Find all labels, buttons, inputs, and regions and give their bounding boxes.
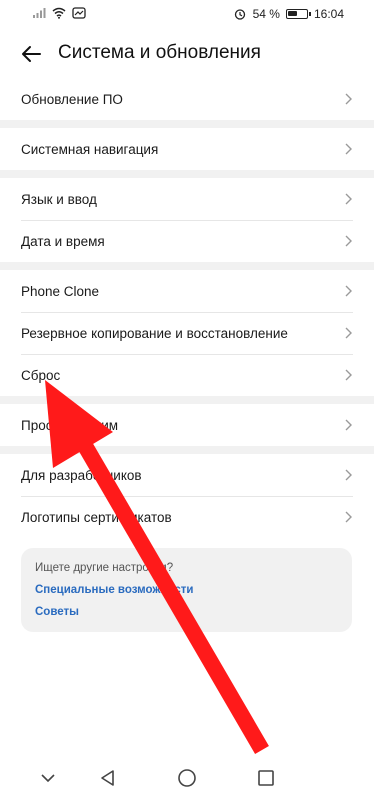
chevron-right-icon	[345, 143, 352, 155]
settings-group: Простой режим	[0, 404, 374, 446]
group-separator	[0, 396, 374, 404]
settings-group: Для разработчиков Логотипы сертификатов	[0, 454, 374, 538]
suggestions-card: Ищете другие настройки? Специальные возм…	[21, 548, 352, 632]
recents-square-icon[interactable]	[254, 766, 278, 790]
chevron-right-icon	[345, 193, 352, 205]
clock: 16:04	[313, 7, 344, 21]
status-bar: 54 % 16:04	[0, 0, 374, 28]
settings-item-label: Простой режим	[21, 417, 119, 433]
group-separator	[0, 262, 374, 270]
settings-item-label: Для разработчиков	[21, 467, 142, 483]
settings-item[interactable]: Простой режим	[0, 404, 374, 446]
status-left	[32, 7, 86, 19]
chevron-right-icon	[345, 511, 352, 523]
settings-item-label: Обновление ПО	[21, 91, 123, 107]
chevron-right-icon	[345, 419, 352, 431]
link-tips[interactable]: Советы	[35, 606, 338, 618]
settings-item-label: Дата и время	[21, 233, 105, 249]
hide-nav-icon[interactable]	[36, 766, 60, 790]
link-accessibility[interactable]: Специальные возможности	[35, 584, 338, 596]
settings-item[interactable]: Логотипы сертификатов	[0, 496, 374, 538]
settings-item-label: Логотипы сертификатов	[21, 509, 172, 525]
chevron-right-icon	[345, 327, 352, 339]
settings-item[interactable]: Для разработчиков	[0, 454, 374, 496]
settings-group: Обновление ПО	[0, 78, 374, 120]
settings-item-label: Язык и ввод	[21, 191, 97, 207]
group-separator	[0, 120, 374, 128]
settings-item[interactable]: Язык и ввод	[0, 178, 374, 220]
alarm-icon	[234, 9, 245, 20]
chevron-right-icon	[345, 235, 352, 247]
settings-item[interactable]: Дата и время	[0, 220, 374, 262]
battery-icon	[285, 9, 311, 19]
chevron-right-icon	[345, 469, 352, 481]
settings-list: Обновление ПО Системная навигация Язык и в…	[0, 78, 374, 538]
back-arrow-icon[interactable]	[18, 40, 46, 68]
settings-item-label: Сброс	[21, 367, 61, 383]
page-title: Система и обновления	[58, 42, 261, 63]
chevron-right-icon	[345, 369, 352, 381]
settings-item[interactable]: Обновление ПО	[0, 78, 374, 120]
settings-item[interactable]: Резервное копирование и восстановление	[0, 312, 374, 354]
settings-item[interactable]: Phone Clone	[0, 270, 374, 312]
settings-group: Phone Clone Резервное копирование и восст…	[0, 270, 374, 396]
signal-icon	[33, 8, 46, 18]
settings-item-label: Phone Clone	[21, 283, 100, 299]
settings-item-label: Резервное копирование и восстановление	[21, 325, 288, 341]
wifi-icon	[52, 7, 66, 19]
group-separator	[0, 446, 374, 454]
chevron-right-icon	[345, 93, 352, 105]
group-separator	[0, 170, 374, 178]
chevron-right-icon	[345, 285, 352, 297]
settings-group: Язык и ввод Дата и время	[0, 178, 374, 262]
settings-item[interactable]: Системная навигация	[0, 128, 374, 170]
battery-level	[287, 11, 297, 16]
battery-percent: 54 %	[252, 7, 280, 21]
notification-icon	[72, 7, 86, 19]
settings-group: Системная навигация	[0, 128, 374, 170]
back-triangle-icon[interactable]	[96, 766, 120, 790]
navigation-bar	[0, 756, 374, 800]
header: Система и обновления	[0, 36, 374, 72]
status-right: 54 % 16:04	[233, 7, 344, 21]
suggestions-title: Ищете другие настройки?	[35, 562, 174, 574]
settings-item[interactable]: Сброс	[0, 354, 374, 396]
settings-item-label: Системная навигация	[21, 141, 159, 157]
home-circle-icon[interactable]	[175, 766, 199, 790]
